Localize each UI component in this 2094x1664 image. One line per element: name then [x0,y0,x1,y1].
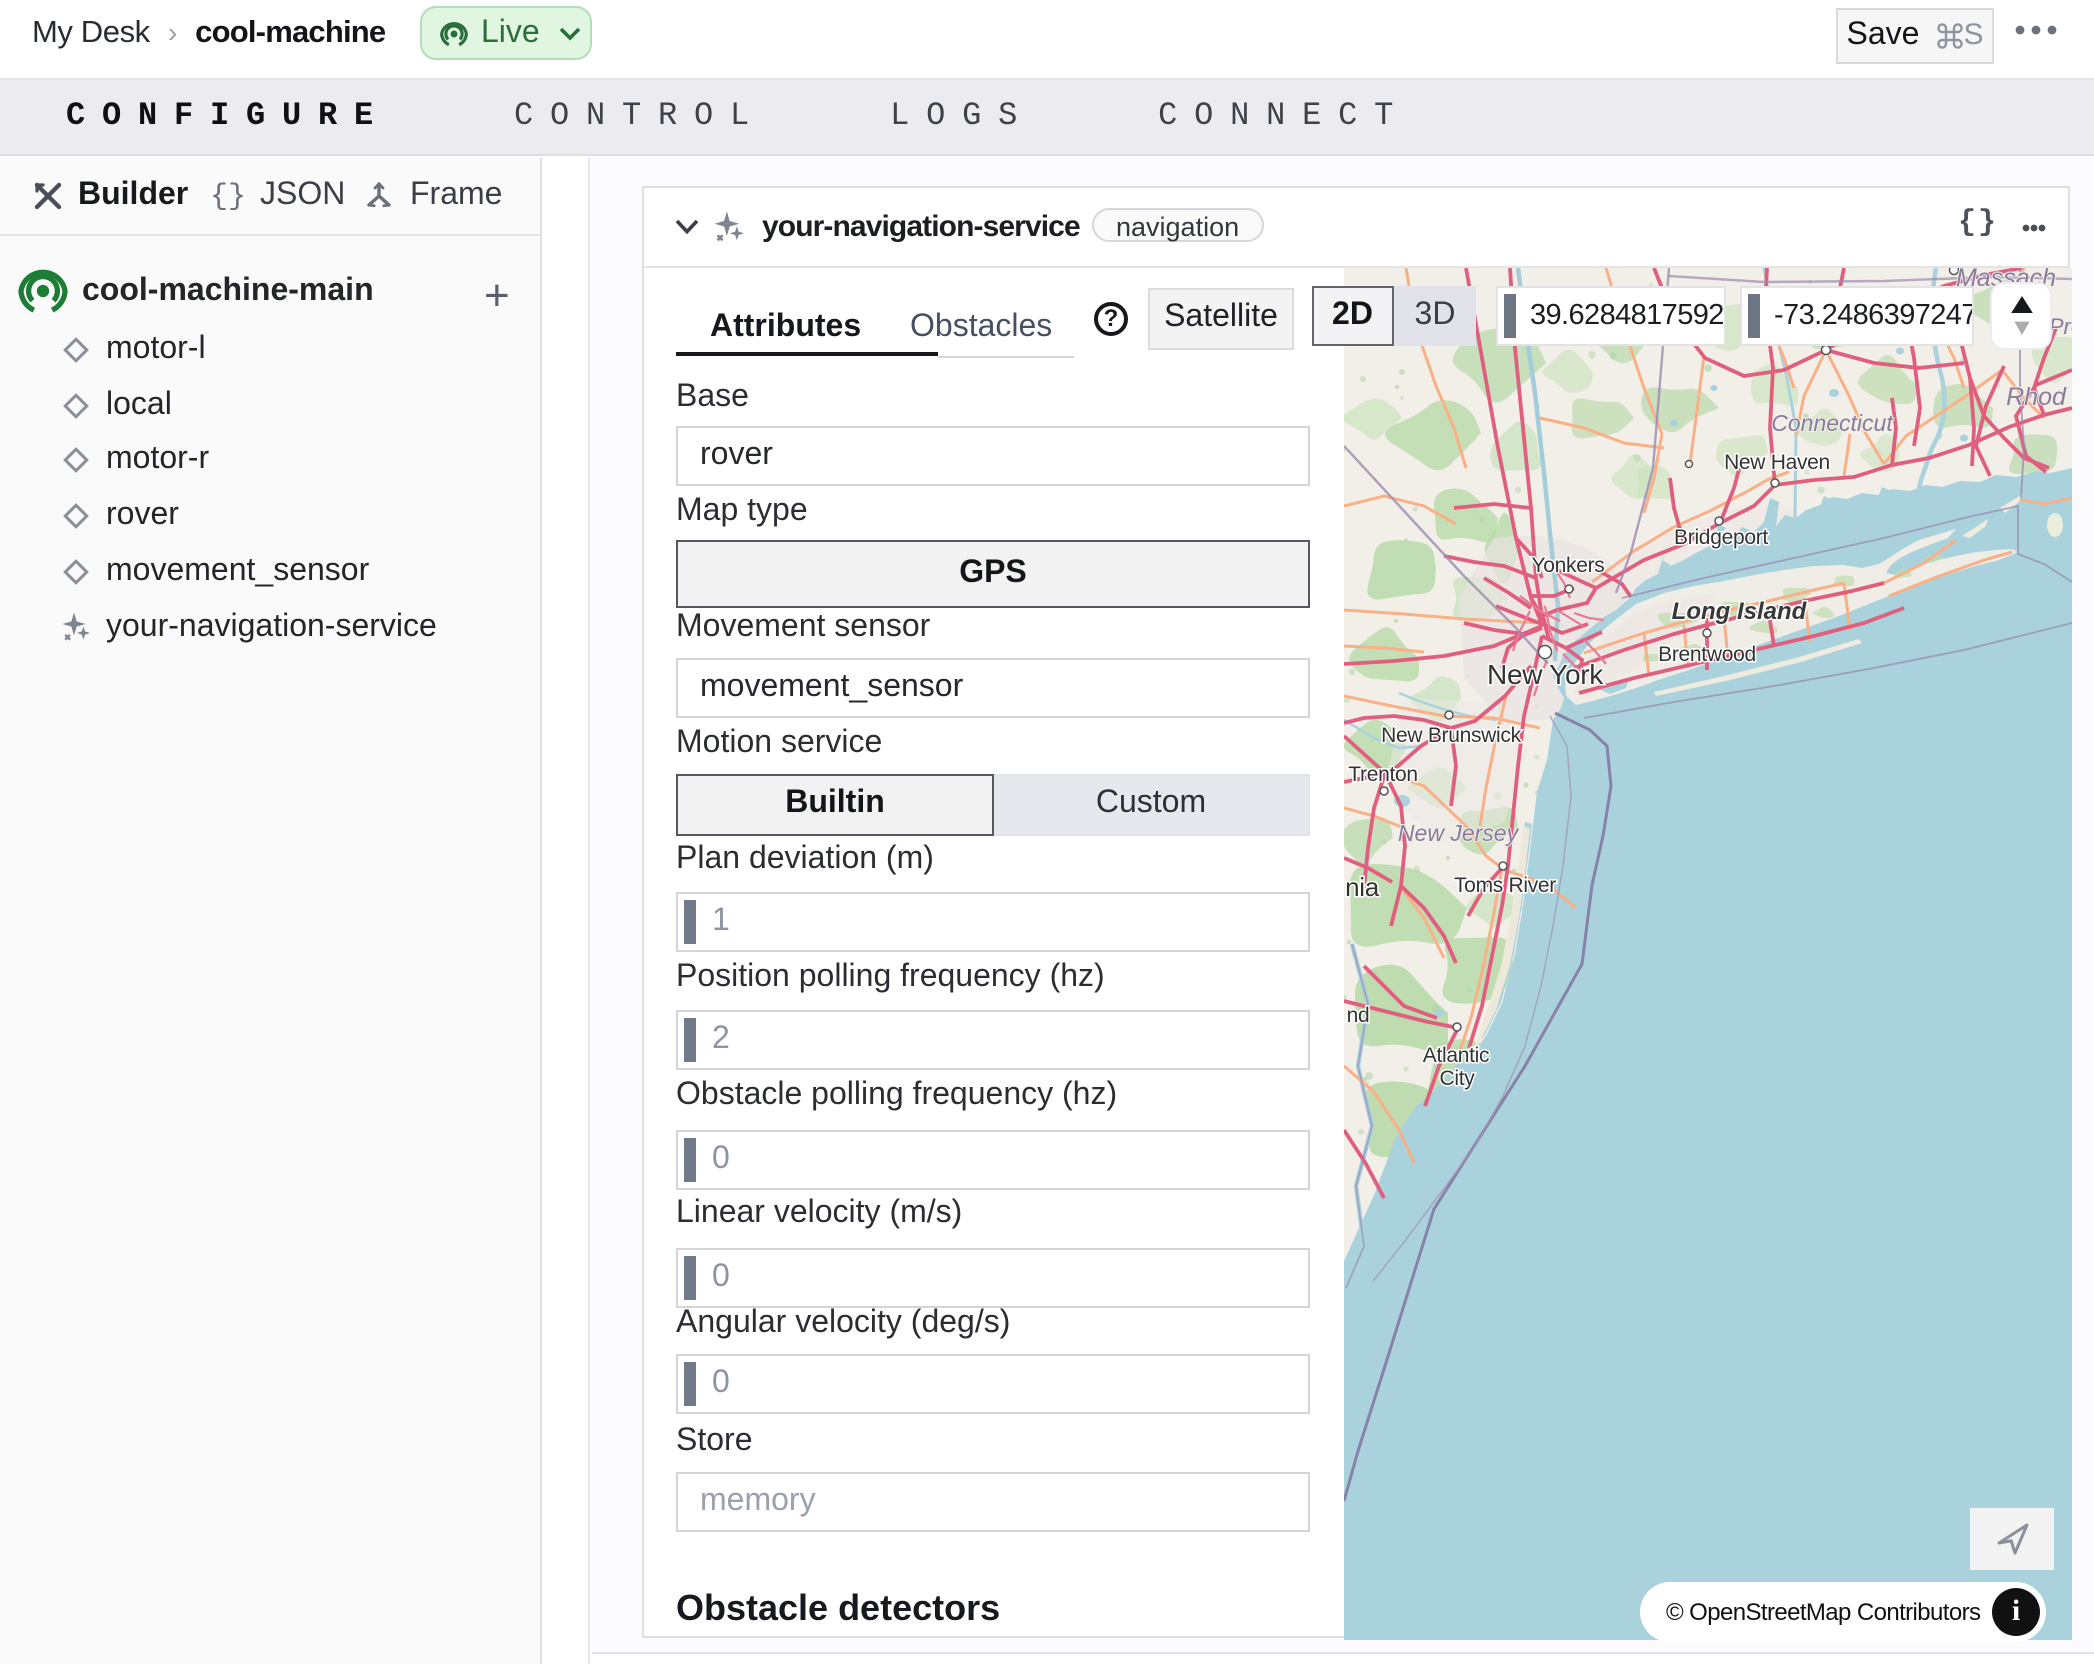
svg-text:Trenton: Trenton [1348,763,1418,786]
svg-text:Brentwood: Brentwood [1658,643,1756,666]
svg-text:New Haven: New Haven [1724,451,1830,474]
svg-text:Rhod: Rhod [2006,383,2067,411]
svg-text:Pro: Pro [2049,314,2072,339]
svg-text:Toms River: Toms River [1454,874,1556,897]
svg-text:Yonkers: Yonkers [1531,554,1604,577]
svg-text:New Brunswick: New Brunswick [1381,724,1521,747]
svg-text:New York: New York [1487,659,1604,690]
svg-text:nd: nd [1347,1004,1370,1027]
svg-text:nia: nia [1345,872,1380,902]
svg-text:Atlantic: Atlantic [1423,1044,1489,1067]
svg-text:New Jersey: New Jersey [1398,820,1520,846]
svg-text:Long Island: Long Island [1672,598,1808,625]
svg-text:Bridgeport: Bridgeport [1674,526,1768,549]
svg-text:Connecticut: Connecticut [1771,410,1894,436]
svg-text:City: City [1440,1067,1476,1090]
